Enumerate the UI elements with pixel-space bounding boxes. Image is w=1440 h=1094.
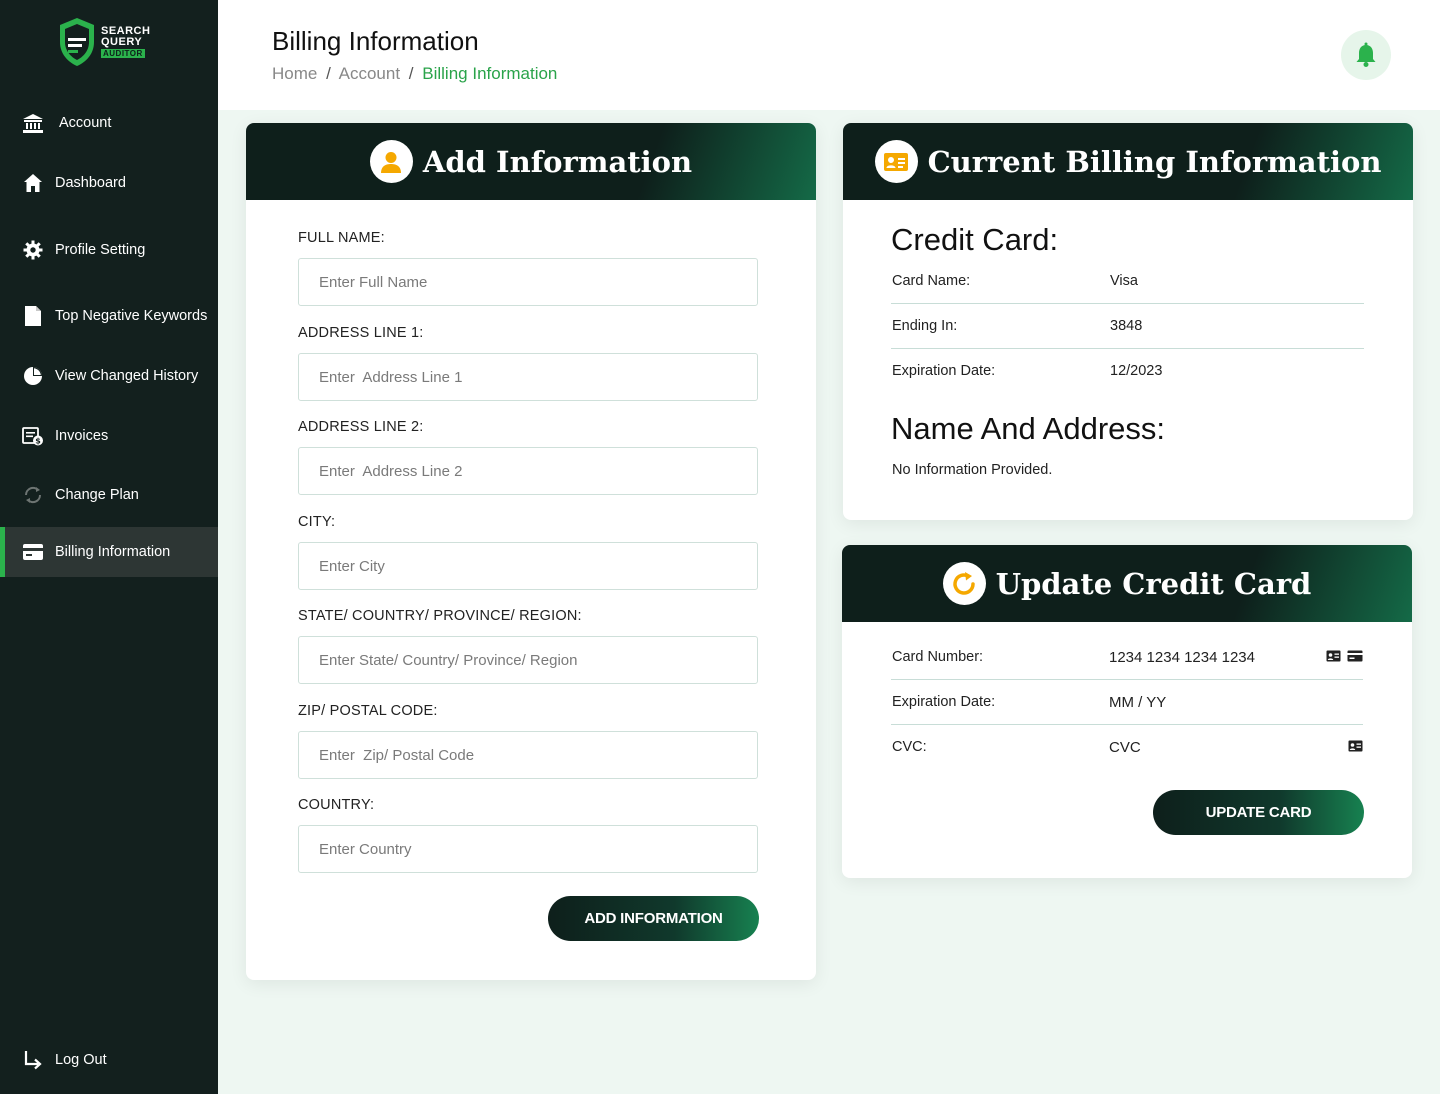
notification-button[interactable]	[1341, 30, 1391, 80]
card-number-input[interactable]	[1109, 645, 1319, 669]
city-input[interactable]	[298, 542, 758, 590]
expiration-date-key: Expiration Date:	[892, 694, 996, 710]
refresh-icon	[942, 562, 986, 605]
id-card-icon	[874, 140, 918, 183]
breadcrumb: Home / Account / Billing Information	[272, 64, 557, 84]
sidebar-item-view-changed-history[interactable]: View Changed History	[0, 351, 218, 401]
card-name-row: Card Name: Visa	[891, 259, 1364, 304]
card-title: Add Information	[422, 144, 693, 179]
logout-arrow-icon	[22, 1049, 44, 1071]
address-line-1-label: ADDRESS LINE 1:	[298, 325, 424, 341]
breadcrumb-separator: /	[326, 64, 331, 83]
shield-logo-icon	[60, 18, 94, 66]
sidebar-item-label: Top Negative Keywords	[55, 308, 208, 324]
sidebar-item-label: Profile Setting	[55, 242, 146, 258]
sidebar-item-label: Billing Information	[55, 544, 171, 560]
full-name-input[interactable]	[298, 258, 758, 306]
expiration-date-row: Expiration Date:	[891, 680, 1363, 725]
sidebar-item-label: Dashboard	[55, 175, 126, 191]
add-information-button[interactable]: ADD INFORMATION	[548, 896, 759, 941]
refresh-icon	[22, 484, 44, 506]
breadcrumb-separator: /	[408, 64, 414, 83]
state-region-input[interactable]	[298, 636, 758, 684]
zip-code-label: ZIP/ POSTAL CODE:	[298, 703, 438, 719]
sidebar-item-account[interactable]: Account	[0, 98, 218, 148]
add-information-card: Add Information FULL NAME: ADDRESS LINE …	[246, 123, 816, 980]
page-title: Billing Information	[272, 26, 479, 56]
cvc-card-icon	[1348, 740, 1363, 752]
ending-in-key: Ending In:	[892, 318, 958, 334]
sidebar-item-top-negative-keywords[interactable]: Top Negative Keywords	[0, 291, 218, 341]
card-name-value: Visa	[1110, 273, 1138, 289]
expiration-date-input[interactable]	[1109, 690, 1319, 714]
svg-text:$: $	[35, 437, 41, 446]
sidebar-item-label: Account	[59, 115, 112, 131]
zip-code-input[interactable]	[298, 731, 758, 779]
bank-icon	[22, 112, 44, 134]
address-line-2-input[interactable]	[298, 447, 758, 495]
bell-icon	[1356, 42, 1376, 67]
cvc-row: CVC:	[891, 725, 1363, 770]
address-info-text: No Information Provided.	[892, 462, 1053, 478]
sidebar-item-billing-information[interactable]: Billing Information	[0, 527, 218, 577]
expiration-date-row: Expiration Date: 12/2023	[891, 349, 1364, 394]
ending-in-value: 3848	[1110, 318, 1143, 334]
breadcrumb-current: Billing Information	[422, 64, 558, 83]
country-input[interactable]	[298, 825, 758, 873]
sidebar-item-invoices[interactable]: $ Invoices	[0, 411, 218, 461]
user-icon	[369, 140, 413, 183]
brand-line-3: AUDITOR	[101, 49, 145, 58]
card-header: Add Information	[246, 123, 816, 200]
sidebar-item-label: Invoices	[55, 428, 109, 444]
credit-card-icon	[22, 541, 44, 563]
address-line-1-input[interactable]	[298, 353, 758, 401]
state-region-label: STATE/ COUNTRY/ PROVINCE/ REGION:	[298, 608, 582, 624]
gear-icon	[22, 239, 44, 261]
address-line-2-label: ADDRESS LINE 2:	[298, 419, 424, 435]
sidebar: SEARCH QUERY AUDITOR Account Dashboard P…	[0, 0, 218, 1094]
sidebar-item-label: Change Plan	[55, 487, 139, 503]
breadcrumb-account[interactable]: Account	[339, 64, 400, 83]
logout-label: Log Out	[55, 1052, 107, 1068]
credit-card-icon	[1347, 650, 1363, 662]
card-number-key: Card Number:	[892, 649, 984, 665]
logo[interactable]: SEARCH QUERY AUDITOR	[56, 16, 166, 68]
card-title: Update Credit Card	[995, 566, 1312, 601]
card-header: Current Billing Information	[843, 123, 1413, 200]
expiration-date-value: 12/2023	[1110, 363, 1163, 379]
brand-line-2: QUERY	[101, 36, 143, 48]
city-label: CITY:	[298, 514, 336, 530]
full-name-label: FULL NAME:	[298, 230, 385, 246]
sidebar-item-label: View Changed History	[55, 368, 199, 384]
home-icon	[22, 172, 44, 194]
breadcrumb-home[interactable]: Home	[272, 64, 317, 83]
invoice-icon: $	[22, 425, 44, 447]
top-header: Billing Information Home / Account / Bil…	[218, 0, 1440, 110]
expiration-date-key: Expiration Date:	[892, 363, 996, 379]
current-billing-card: Current Billing Information Credit Card:…	[843, 123, 1413, 520]
update-card-button[interactable]: UPDATE CARD	[1153, 790, 1364, 835]
cvc-key: CVC:	[892, 739, 927, 755]
pie-chart-icon	[22, 365, 44, 387]
document-icon	[22, 305, 44, 327]
name-address-heading: Name And Address:	[891, 411, 1165, 446]
cvc-input[interactable]	[1109, 735, 1319, 759]
contact-card-icon	[1326, 650, 1341, 662]
credit-card-heading: Credit Card:	[891, 222, 1059, 257]
card-header: Update Credit Card	[842, 545, 1412, 622]
country-label: COUNTRY:	[298, 797, 375, 813]
card-title: Current Billing Information	[927, 144, 1382, 179]
card-number-row: Card Number:	[891, 635, 1363, 680]
ending-in-row: Ending In: 3848	[891, 304, 1364, 349]
card-name-key: Card Name:	[892, 273, 971, 289]
logout-button[interactable]: Log Out	[0, 1035, 218, 1085]
sidebar-item-change-plan[interactable]: Change Plan	[0, 470, 218, 520]
update-credit-card-card: Update Credit Card Card Number: Expirati…	[842, 545, 1412, 878]
sidebar-item-dashboard[interactable]: Dashboard	[0, 158, 218, 208]
sidebar-item-profile-setting[interactable]: Profile Setting	[0, 225, 218, 275]
